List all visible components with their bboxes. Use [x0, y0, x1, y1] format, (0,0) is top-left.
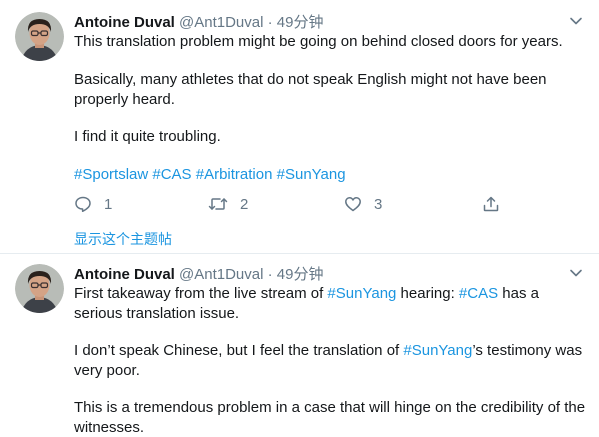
- tweet-text: First takeaway from the live stream of: [74, 285, 328, 302]
- tweet-text-paragraph: I find it quite troubling.: [74, 127, 589, 147]
- tweet-header: Antoine Duval @Ant1Duval · 49分钟: [74, 11, 323, 32]
- tweet-text: hearing:: [396, 285, 459, 302]
- author-name[interactable]: Antoine Duval: [74, 14, 175, 31]
- author-name[interactable]: Antoine Duval: [74, 266, 175, 283]
- tweet-text: This translation problem might be going …: [74, 33, 563, 50]
- timestamp[interactable]: 49分钟: [277, 14, 324, 31]
- tweet-text-paragraph: This is a tremendous problem in a case t…: [74, 398, 589, 437]
- heart-icon: [345, 197, 361, 212]
- separator: ·: [267, 266, 273, 283]
- chevron-down-icon[interactable]: [569, 14, 583, 28]
- chevron-down-icon[interactable]: [569, 266, 583, 280]
- hashtag-link[interactable]: #CAS: [459, 285, 498, 302]
- reply-button[interactable]: 1: [74, 194, 112, 214]
- author-handle[interactable]: @Ant1Duval: [179, 266, 263, 283]
- tweet[interactable]: Antoine Duval @Ant1Duval · 49分钟 First ta…: [0, 254, 599, 436]
- tweet-actions: 1 2 3: [74, 194, 514, 214]
- tweet-text: I find it quite troubling.: [74, 128, 221, 145]
- reply-count: 1: [104, 195, 113, 213]
- tweet-text-paragraph: Basically, many athletes that do not spe…: [74, 70, 589, 109]
- timestamp[interactable]: 49分钟: [277, 266, 324, 283]
- tweet[interactable]: Antoine Duval @Ant1Duval · 49分钟 This tra…: [0, 0, 599, 254]
- tweet-text: I don’t speak Chinese, but I feel the tr…: [74, 342, 404, 359]
- show-thread-link[interactable]: 显示这个主题帖: [74, 229, 172, 249]
- avatar[interactable]: [15, 264, 64, 313]
- tweet-text-paragraph: This translation problem might be going …: [74, 32, 589, 52]
- tweet-text: Basically, many athletes that do not spe…: [74, 71, 547, 108]
- reply-icon: [75, 196, 91, 213]
- hashtag-link[interactable]: #SunYang: [327, 285, 396, 302]
- like-count: 3: [374, 195, 383, 213]
- hashtag-link[interactable]: #Sportslaw: [74, 166, 148, 183]
- separator: ·: [267, 14, 273, 31]
- share-icon: [483, 196, 499, 212]
- retweet-icon: [208, 198, 228, 210]
- hashtag-link[interactable]: #Arbitration: [196, 166, 273, 183]
- tweet-header: Antoine Duval @Ant1Duval · 49分钟: [74, 263, 323, 284]
- tweet-text: This is a tremendous problem in a case t…: [74, 399, 586, 436]
- hashtag-link[interactable]: #CAS: [152, 166, 191, 183]
- tweet-text-paragraph: I don’t speak Chinese, but I feel the tr…: [74, 341, 589, 380]
- author-handle[interactable]: @Ant1Duval: [179, 14, 263, 31]
- hashtags-line: #Sportslaw #CAS #Arbitration #SunYang: [74, 165, 589, 185]
- share-button[interactable]: [482, 194, 512, 214]
- avatar[interactable]: [15, 12, 64, 61]
- hashtag-link[interactable]: #SunYang: [403, 342, 472, 359]
- retweet-count: 2: [240, 195, 249, 213]
- tweet-text-paragraph: First takeaway from the live stream of #…: [74, 284, 589, 323]
- like-button[interactable]: 3: [344, 194, 382, 214]
- retweet-button[interactable]: 2: [208, 194, 248, 214]
- hashtag-link[interactable]: #SunYang: [277, 166, 346, 183]
